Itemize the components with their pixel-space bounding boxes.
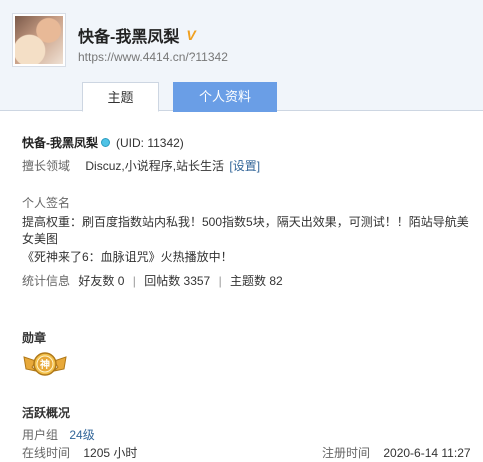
profile-tabs: 主题 个人资料 <box>82 82 277 112</box>
register-time-label: 注册时间 <box>322 446 371 460</box>
profile-title: 快备-我黑凤梨 (UID: 11342) <box>22 134 184 151</box>
online-status-icon <box>101 138 110 147</box>
expertise-value: Discuz,小说程序,站长生活 <box>85 159 225 173</box>
usergroup-value[interactable]: 24级 <box>69 428 94 442</box>
signature-label: 个人签名 <box>22 196 71 210</box>
activity-title: 活跃概况 <box>22 406 71 420</box>
signature-line-2: 《死神来了6：血脉诅咒》火热播放中！ <box>22 250 233 264</box>
tab-profile[interactable]: 个人资料 <box>173 82 277 112</box>
register-time-value: 2020-6-14 11:27 <box>383 446 471 460</box>
profile-name: 快备-我黑凤梨 <box>22 136 98 150</box>
usergroup-label: 用户组 <box>22 428 59 442</box>
usergroup-row: 用户组 24级 <box>22 426 95 443</box>
online-time-value: 1205 小时 <box>83 446 138 460</box>
expertise-label: 擅长领域 <box>22 159 71 173</box>
tab-topics[interactable]: 主题 <box>82 82 159 112</box>
avatar-image <box>15 16 63 64</box>
topics-count[interactable]: 主题数 82 <box>230 274 283 288</box>
medal-label: 神 <box>40 358 50 371</box>
stats-label: 统计信息 <box>22 274 71 288</box>
online-time-row: 在线时间 1205 小时 <box>22 444 137 461</box>
online-time-label: 在线时间 <box>22 446 71 460</box>
friends-count[interactable]: 好友数 0 <box>78 274 124 288</box>
stats-separator: | <box>218 274 222 288</box>
vip-badge-icon[interactable]: V <box>186 28 202 42</box>
signature-text: 提高权重：刷百度指数站内私我！500指数5块，隔天出效果，可测试！！陌站导航美女… <box>22 214 472 266</box>
username-row: 快备-我黑凤梨 V <box>78 24 202 46</box>
header-username: 快备-我黑凤梨 <box>78 29 180 46</box>
signature-line-1: 提高权重：刷百度指数站内私我！500指数5块，隔天出效果，可测试！！陌站导航美女… <box>22 215 469 246</box>
signature-label-row: 个人签名 <box>22 194 70 211</box>
medals-title: 勋章 <box>22 331 47 345</box>
replies-count[interactable]: 回帖数 3357 <box>144 274 210 288</box>
register-time-row: 注册时间 2020-6-14 11:27 <box>322 444 471 461</box>
expertise-row: 擅长领域 Discuz,小说程序,站长生活 [设置] <box>22 157 260 174</box>
stats-row: 统计信息 好友数 0 | 回帖数 3357 | 主题数 82 <box>22 272 283 289</box>
stats-separator: | <box>132 274 136 288</box>
profile-url[interactable]: https://www.4414.cn/?11342 <box>78 50 228 64</box>
profile-header: 快备-我黑凤梨 V https://www.4414.cn/?11342 主题 … <box>0 0 483 112</box>
avatar[interactable] <box>12 13 66 67</box>
medal-icon[interactable]: 神 <box>22 347 68 377</box>
expertise-settings-link[interactable]: [设置] <box>229 159 260 173</box>
profile-uid: (UID: 11342) <box>116 135 184 150</box>
